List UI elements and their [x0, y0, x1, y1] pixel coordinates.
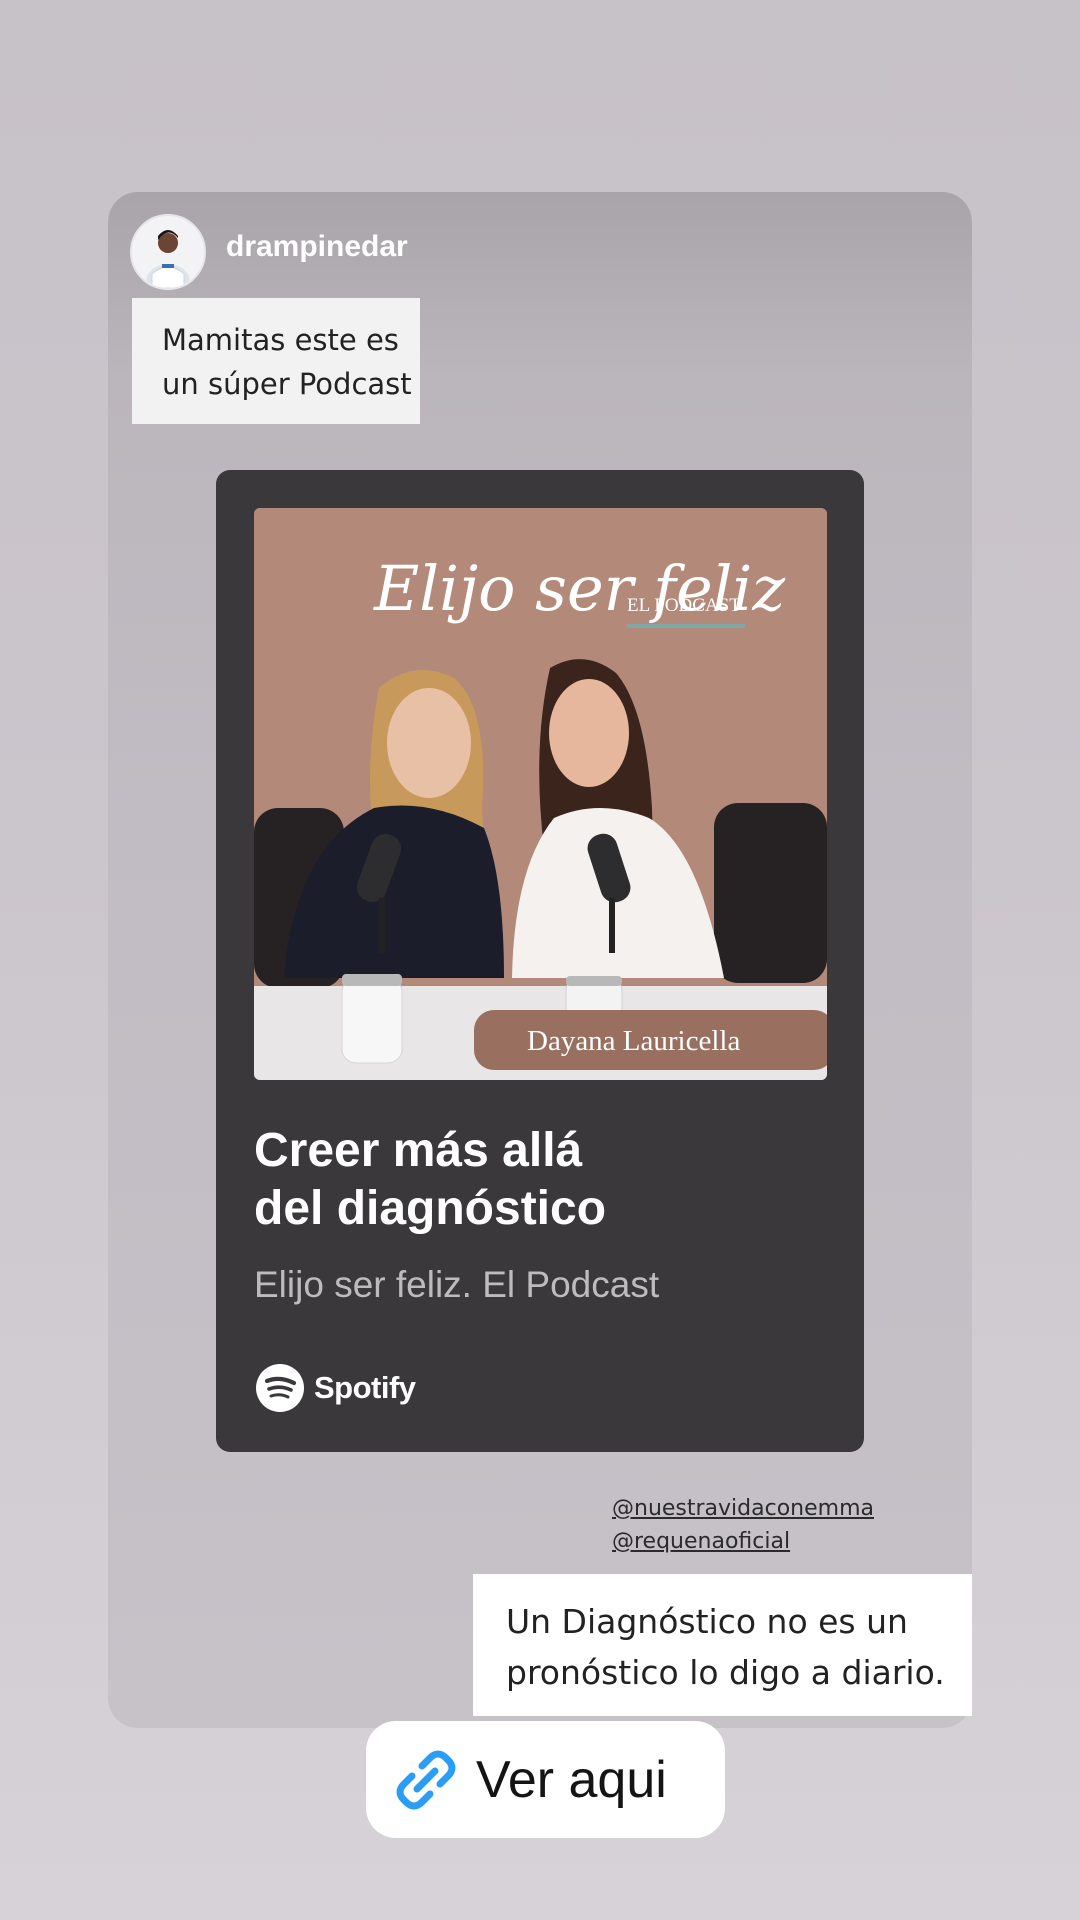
link-sticker[interactable]: Ver aqui — [366, 1721, 725, 1838]
podcast-cover-art: Elijo ser feliz EL PODCAST Dayana Lauric… — [254, 508, 827, 1080]
link-icon — [396, 1750, 456, 1809]
mention-link[interactable]: @requenaoficial — [612, 1525, 874, 1558]
text-sticker-bottom: Un Diagnóstico no es un pronóstico lo di… — [473, 1574, 972, 1716]
username[interactable]: drampinedar — [226, 230, 408, 264]
cover-badge: EL PODCAST — [627, 595, 741, 616]
mention-link[interactable]: @nuestravidaconemma — [612, 1492, 874, 1525]
text-sticker-top: Mamitas este es un súper Podcast — [132, 298, 420, 424]
sticker-text-line: pronóstico lo digo a diario. — [506, 1653, 945, 1692]
cover-illustration: Elijo ser feliz EL PODCAST Dayana Lauric… — [254, 508, 827, 1080]
spotify-logo-icon — [256, 1364, 304, 1412]
episode-title: Creer más allá del diagnóstico — [254, 1122, 814, 1238]
episode-title-line: Creer más allá — [254, 1124, 583, 1177]
mentions: @nuestravidaconemma @requenaoficial — [612, 1492, 874, 1558]
avatar[interactable] — [130, 214, 206, 290]
spotify-wordmark: Spotify — [314, 1370, 416, 1405]
podcast-share-card[interactable]: Elijo ser feliz EL PODCAST Dayana Lauric… — [216, 470, 864, 1452]
show-name: Elijo ser feliz. El Podcast — [254, 1264, 660, 1305]
sticker-text-line: un súper Podcast — [162, 367, 412, 401]
spotify-branding: Spotify — [256, 1364, 416, 1412]
cover-host-name: Dayana Lauricella — [527, 1025, 740, 1057]
episode-title-line: del diagnóstico — [254, 1182, 607, 1235]
sticker-text-line: Mamitas este es — [162, 323, 399, 357]
story-card: drampinedar Mamitas este es un súper Pod… — [108, 192, 972, 1728]
avatar-image — [132, 216, 204, 288]
sticker-text-line: Un Diagnóstico no es un — [506, 1602, 908, 1641]
link-label: Ver aqui — [476, 1750, 667, 1809]
